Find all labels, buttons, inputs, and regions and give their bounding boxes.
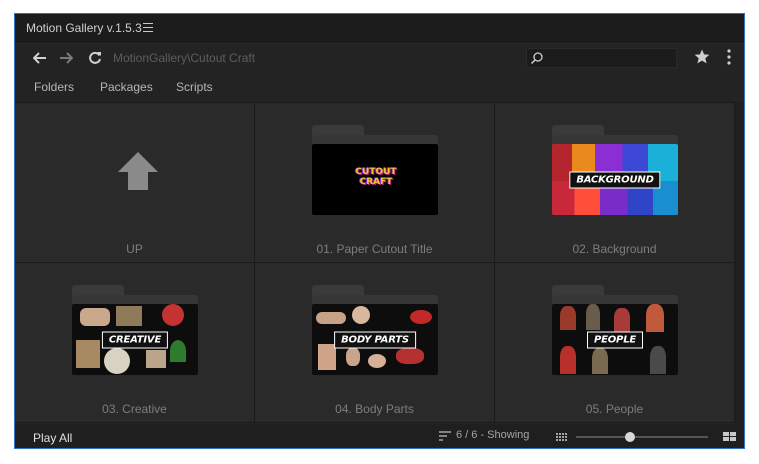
- title-bar: Motion Gallery v.1.5.3: [15, 14, 744, 42]
- motion-gallery-window: Motion Gallery v.1.5.3 MotionGallery\Cut…: [14, 13, 745, 449]
- gallery-grid: UP CUTOUT CRAFT 01. Paper Cutout Title B…: [15, 102, 735, 424]
- play-all-button[interactable]: Play All: [33, 431, 72, 445]
- large-grid-icon[interactable]: [723, 432, 736, 442]
- tab-scripts[interactable]: Scripts: [176, 80, 213, 94]
- search-icon: [530, 52, 543, 65]
- thumbnail-caption: BACKGROUND: [569, 171, 661, 188]
- window-title: Motion Gallery v.1.5.3: [26, 21, 142, 35]
- tab-bar: Folders Packages Scripts: [15, 74, 744, 102]
- arrow-right-icon: [60, 52, 73, 64]
- folder-thumbnail: CUTOUT CRAFT: [312, 125, 438, 215]
- folder-thumbnail: BACKGROUND: [552, 125, 678, 215]
- hamburger-menu-icon[interactable]: [143, 23, 153, 32]
- bottom-bar: Play All 6 / 6 - Showing: [15, 424, 744, 448]
- up-arrow-icon: [118, 152, 158, 190]
- folder-thumbnail: BODY PARTS: [312, 285, 438, 375]
- gallery-item-label: UP: [126, 242, 143, 256]
- toolbar: MotionGallery\Cutout Craft: [15, 42, 744, 74]
- gallery-item-folder[interactable]: CREATIVE 03. Creative: [15, 263, 255, 423]
- gallery-item-label: 05. People: [585, 402, 644, 416]
- thumbnail-caption: CREATIVE: [101, 331, 169, 348]
- breadcrumb-path: MotionGallery\Cutout Craft: [113, 51, 256, 65]
- thumbnail-caption: PEOPLE: [587, 331, 643, 348]
- vertical-scrollbar[interactable]: [735, 102, 744, 424]
- gallery-item-folder[interactable]: CUTOUT CRAFT 01. Paper Cutout Title: [255, 103, 495, 263]
- arrow-left-icon: [33, 52, 46, 64]
- more-options-icon[interactable]: [722, 48, 736, 66]
- folder-thumbnail: PEOPLE: [552, 285, 678, 375]
- forward-button[interactable]: [56, 48, 76, 68]
- refresh-icon: [89, 51, 101, 64]
- gallery-item-folder[interactable]: PEOPLE 05. People: [495, 263, 735, 423]
- gallery-item-label: 04. Body Parts: [335, 402, 414, 416]
- small-grid-icon[interactable]: [556, 433, 567, 442]
- refresh-button[interactable]: [85, 48, 105, 68]
- cutout-craft-title-art: CUTOUT CRAFT: [355, 167, 397, 187]
- gallery-item-label: 02. Background: [572, 242, 657, 256]
- gallery-item-folder[interactable]: BODY PARTS 04. Body Parts: [255, 263, 495, 423]
- gallery-item-label: 01. Paper Cutout Title: [316, 242, 433, 256]
- gallery-item-folder[interactable]: BACKGROUND 02. Background: [495, 103, 735, 263]
- gallery-item-up[interactable]: UP: [15, 103, 255, 263]
- sort-icon[interactable]: [438, 430, 452, 442]
- search-field[interactable]: [526, 48, 677, 68]
- thumbnail-size-slider[interactable]: [576, 432, 708, 442]
- tab-folders[interactable]: Folders: [34, 80, 74, 94]
- item-count-status: 6 / 6 - Showing: [456, 429, 530, 441]
- thumbnail-caption: BODY PARTS: [334, 331, 416, 348]
- favorites-star-icon[interactable]: [693, 48, 711, 66]
- back-button[interactable]: [30, 48, 50, 68]
- folder-thumbnail: CREATIVE: [72, 285, 198, 375]
- tab-packages[interactable]: Packages: [100, 80, 153, 94]
- slider-handle[interactable]: [625, 432, 636, 442]
- gallery-item-label: 03. Creative: [102, 402, 167, 416]
